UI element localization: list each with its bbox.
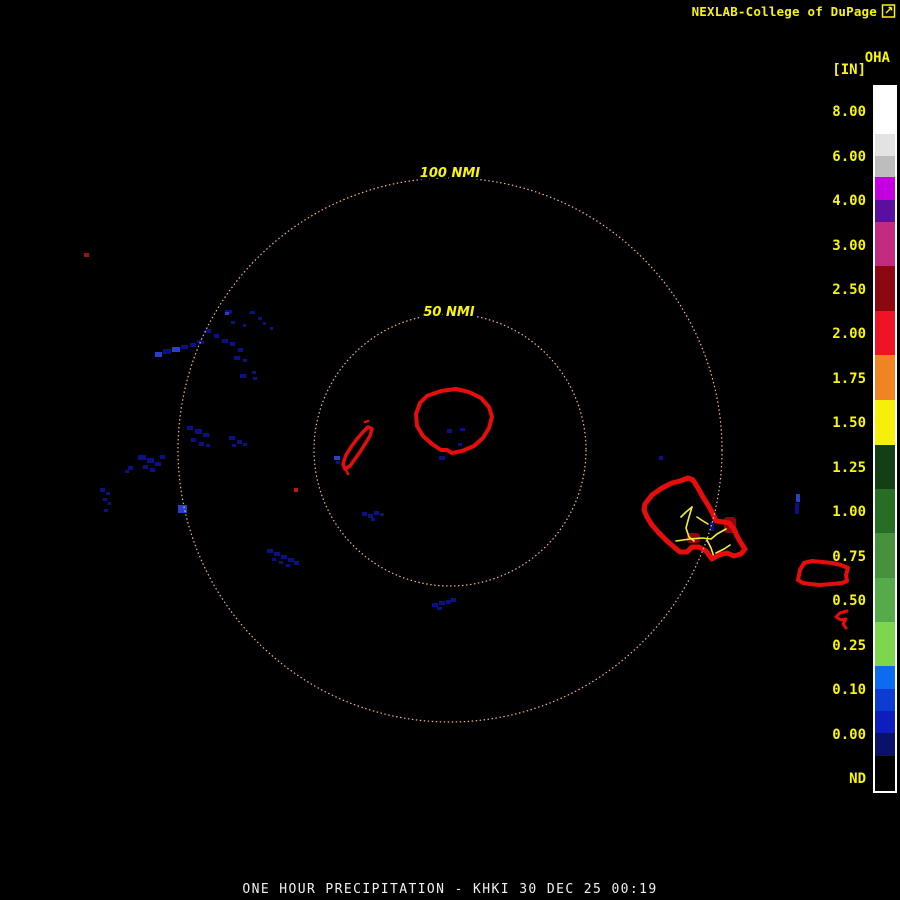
- precip-echo: [451, 598, 456, 602]
- precip-echo: [206, 444, 210, 447]
- precip-echo: [147, 458, 154, 463]
- precip-echo: [229, 436, 235, 440]
- precip-echo: [238, 348, 243, 352]
- precip-echo: [230, 342, 235, 346]
- precip-echo: [371, 518, 375, 521]
- precip-echo: [432, 603, 438, 607]
- precip-echo: [374, 511, 379, 515]
- precip-echo: [84, 253, 89, 257]
- precip-echo: [234, 356, 240, 360]
- precip-echo: [659, 456, 663, 460]
- oahu-hwy-h3: [696, 516, 709, 525]
- precip-echo: [199, 442, 204, 446]
- precip-echo: [214, 334, 219, 338]
- precip-echo: [439, 456, 445, 460]
- precip-echo: [191, 438, 196, 442]
- precip-echo: [258, 317, 262, 320]
- precip-echo: [447, 429, 452, 433]
- precip-echo: [270, 327, 273, 330]
- precip-echo: [286, 564, 290, 567]
- precip-echo: [279, 561, 283, 564]
- precip-echo: [190, 343, 196, 347]
- precip-echo: [225, 312, 229, 315]
- precip-echo: [195, 429, 202, 434]
- precip-echo: [243, 443, 247, 446]
- precip-echo: [796, 494, 800, 502]
- precip-echo: [288, 558, 294, 562]
- oahu-hwy-h1: [675, 528, 727, 542]
- precip-echo: [267, 549, 273, 553]
- precip-echo: [138, 455, 146, 460]
- precip-echo: [294, 561, 299, 565]
- precip-echo: [446, 600, 451, 604]
- island-outline-niihau: [341, 425, 374, 471]
- precip-echo: [163, 349, 171, 354]
- precip-echo: [106, 492, 110, 495]
- precip-echo: [294, 488, 298, 492]
- precip-echo: [103, 498, 107, 501]
- precip-echo: [181, 345, 188, 349]
- radar-viewer-screen: NEXLAB-College of DuPage OHA [IN] 8.00 6.…: [0, 0, 900, 900]
- product-caption: ONE HOUR PRECIPITATION - KHKI 30 DEC 25 …: [242, 882, 658, 897]
- precip-echo: [380, 513, 384, 516]
- radar-canvas: 100 NMI 50 NMI: [84, 164, 850, 723]
- precip-echo: [104, 509, 108, 512]
- precip-echo: [232, 444, 236, 447]
- precip-echo: [178, 505, 187, 513]
- precip-echo: [252, 371, 256, 374]
- precip-echo: [795, 503, 799, 514]
- precip-echo: [237, 440, 242, 444]
- range-ring-label-100-nmi: 100 NMI: [420, 166, 480, 181]
- island-outline-lanai-partial: [834, 609, 849, 630]
- precip-echo: [150, 468, 155, 472]
- precip-echo: [368, 514, 373, 518]
- precip-echo: [128, 466, 133, 470]
- precip-echo: [143, 465, 148, 469]
- precip-echo: [240, 374, 246, 378]
- precip-echo: [222, 339, 228, 343]
- island-outline-kauai: [414, 387, 494, 455]
- precip-echo: [439, 601, 445, 605]
- precip-echo: [437, 607, 442, 610]
- precip-echo: [460, 428, 465, 431]
- precip-echo: [253, 377, 257, 380]
- precip-echo: [155, 462, 161, 466]
- precip-echo: [231, 321, 235, 324]
- precip-echo: [243, 324, 246, 327]
- precip-echo: [458, 443, 462, 446]
- precip-echo: [205, 329, 211, 333]
- precip-echo: [125, 470, 129, 473]
- precip-echo: [250, 311, 255, 314]
- precip-echo: [272, 558, 276, 561]
- precip-echo: [160, 455, 165, 459]
- island-outline-niihau-dot: [363, 419, 370, 424]
- precip-echo: [155, 352, 162, 357]
- precip-echo: [100, 488, 105, 492]
- precip-echo: [243, 359, 247, 362]
- precip-echo: [334, 456, 340, 460]
- precip-echo: [108, 502, 111, 505]
- precip-echo: [336, 461, 340, 464]
- range-ring-label-50-nmi: 50 NMI: [423, 305, 474, 320]
- precip-echo: [362, 512, 367, 516]
- precip-echo: [187, 426, 193, 430]
- precip-echo: [263, 322, 266, 325]
- island-outline-molokai-partial: [796, 559, 850, 587]
- precip-echo: [274, 552, 280, 556]
- precip-echo: [172, 347, 180, 352]
- precip-echo: [281, 555, 287, 559]
- precip-echo: [203, 433, 209, 437]
